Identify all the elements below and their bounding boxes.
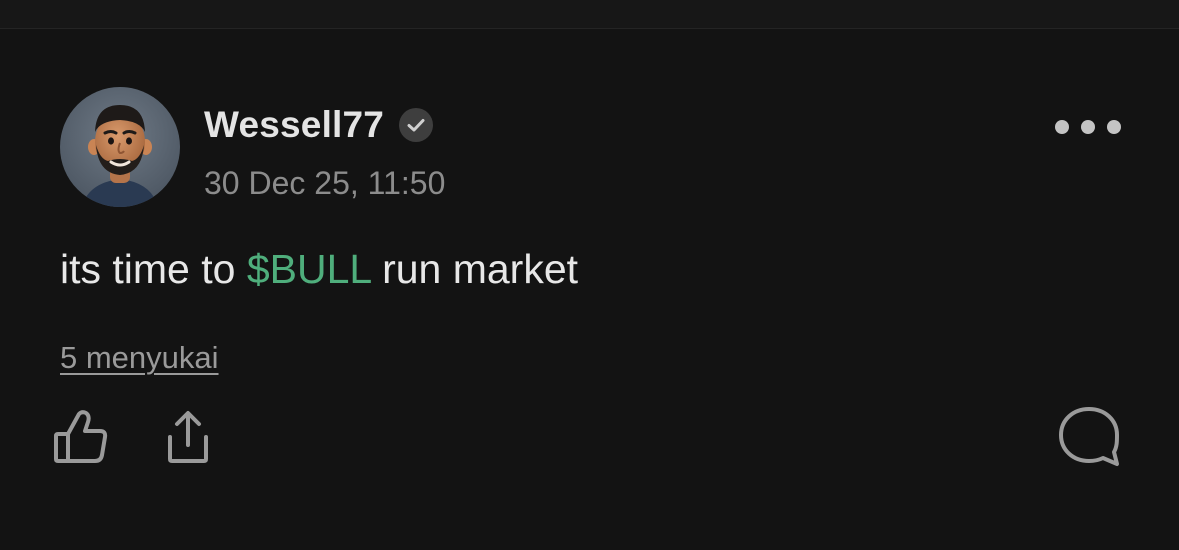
like-button[interactable] — [52, 409, 110, 465]
more-dots-icon — [1055, 120, 1121, 134]
thumbs-up-icon — [54, 410, 108, 463]
comment-bubble-icon — [1059, 407, 1119, 466]
verified-check-icon — [398, 107, 434, 143]
avatar[interactable] — [60, 87, 180, 207]
post-text-before: its time to — [60, 246, 247, 292]
post-text-after: run market — [370, 246, 579, 292]
share-icon — [168, 411, 208, 463]
post-body: its time to $BULL run market — [60, 246, 578, 293]
post-timestamp: 30 Dec 25, 11:50 — [204, 165, 446, 201]
comment-button[interactable] — [1056, 405, 1122, 469]
post-card: Wessell77 30 Dec 25, 11:50 its time to $… — [0, 29, 1179, 550]
avatar-image — [60, 87, 180, 207]
likes-count-link[interactable]: 5 menyukai — [60, 340, 219, 376]
username-row: Wessell77 — [204, 103, 434, 147]
share-button[interactable] — [160, 409, 216, 465]
more-options-button[interactable] — [1048, 109, 1128, 145]
username[interactable]: Wessell77 — [204, 104, 384, 146]
cashtag-link[interactable]: $BULL — [247, 246, 371, 292]
top-bar — [0, 0, 1179, 29]
